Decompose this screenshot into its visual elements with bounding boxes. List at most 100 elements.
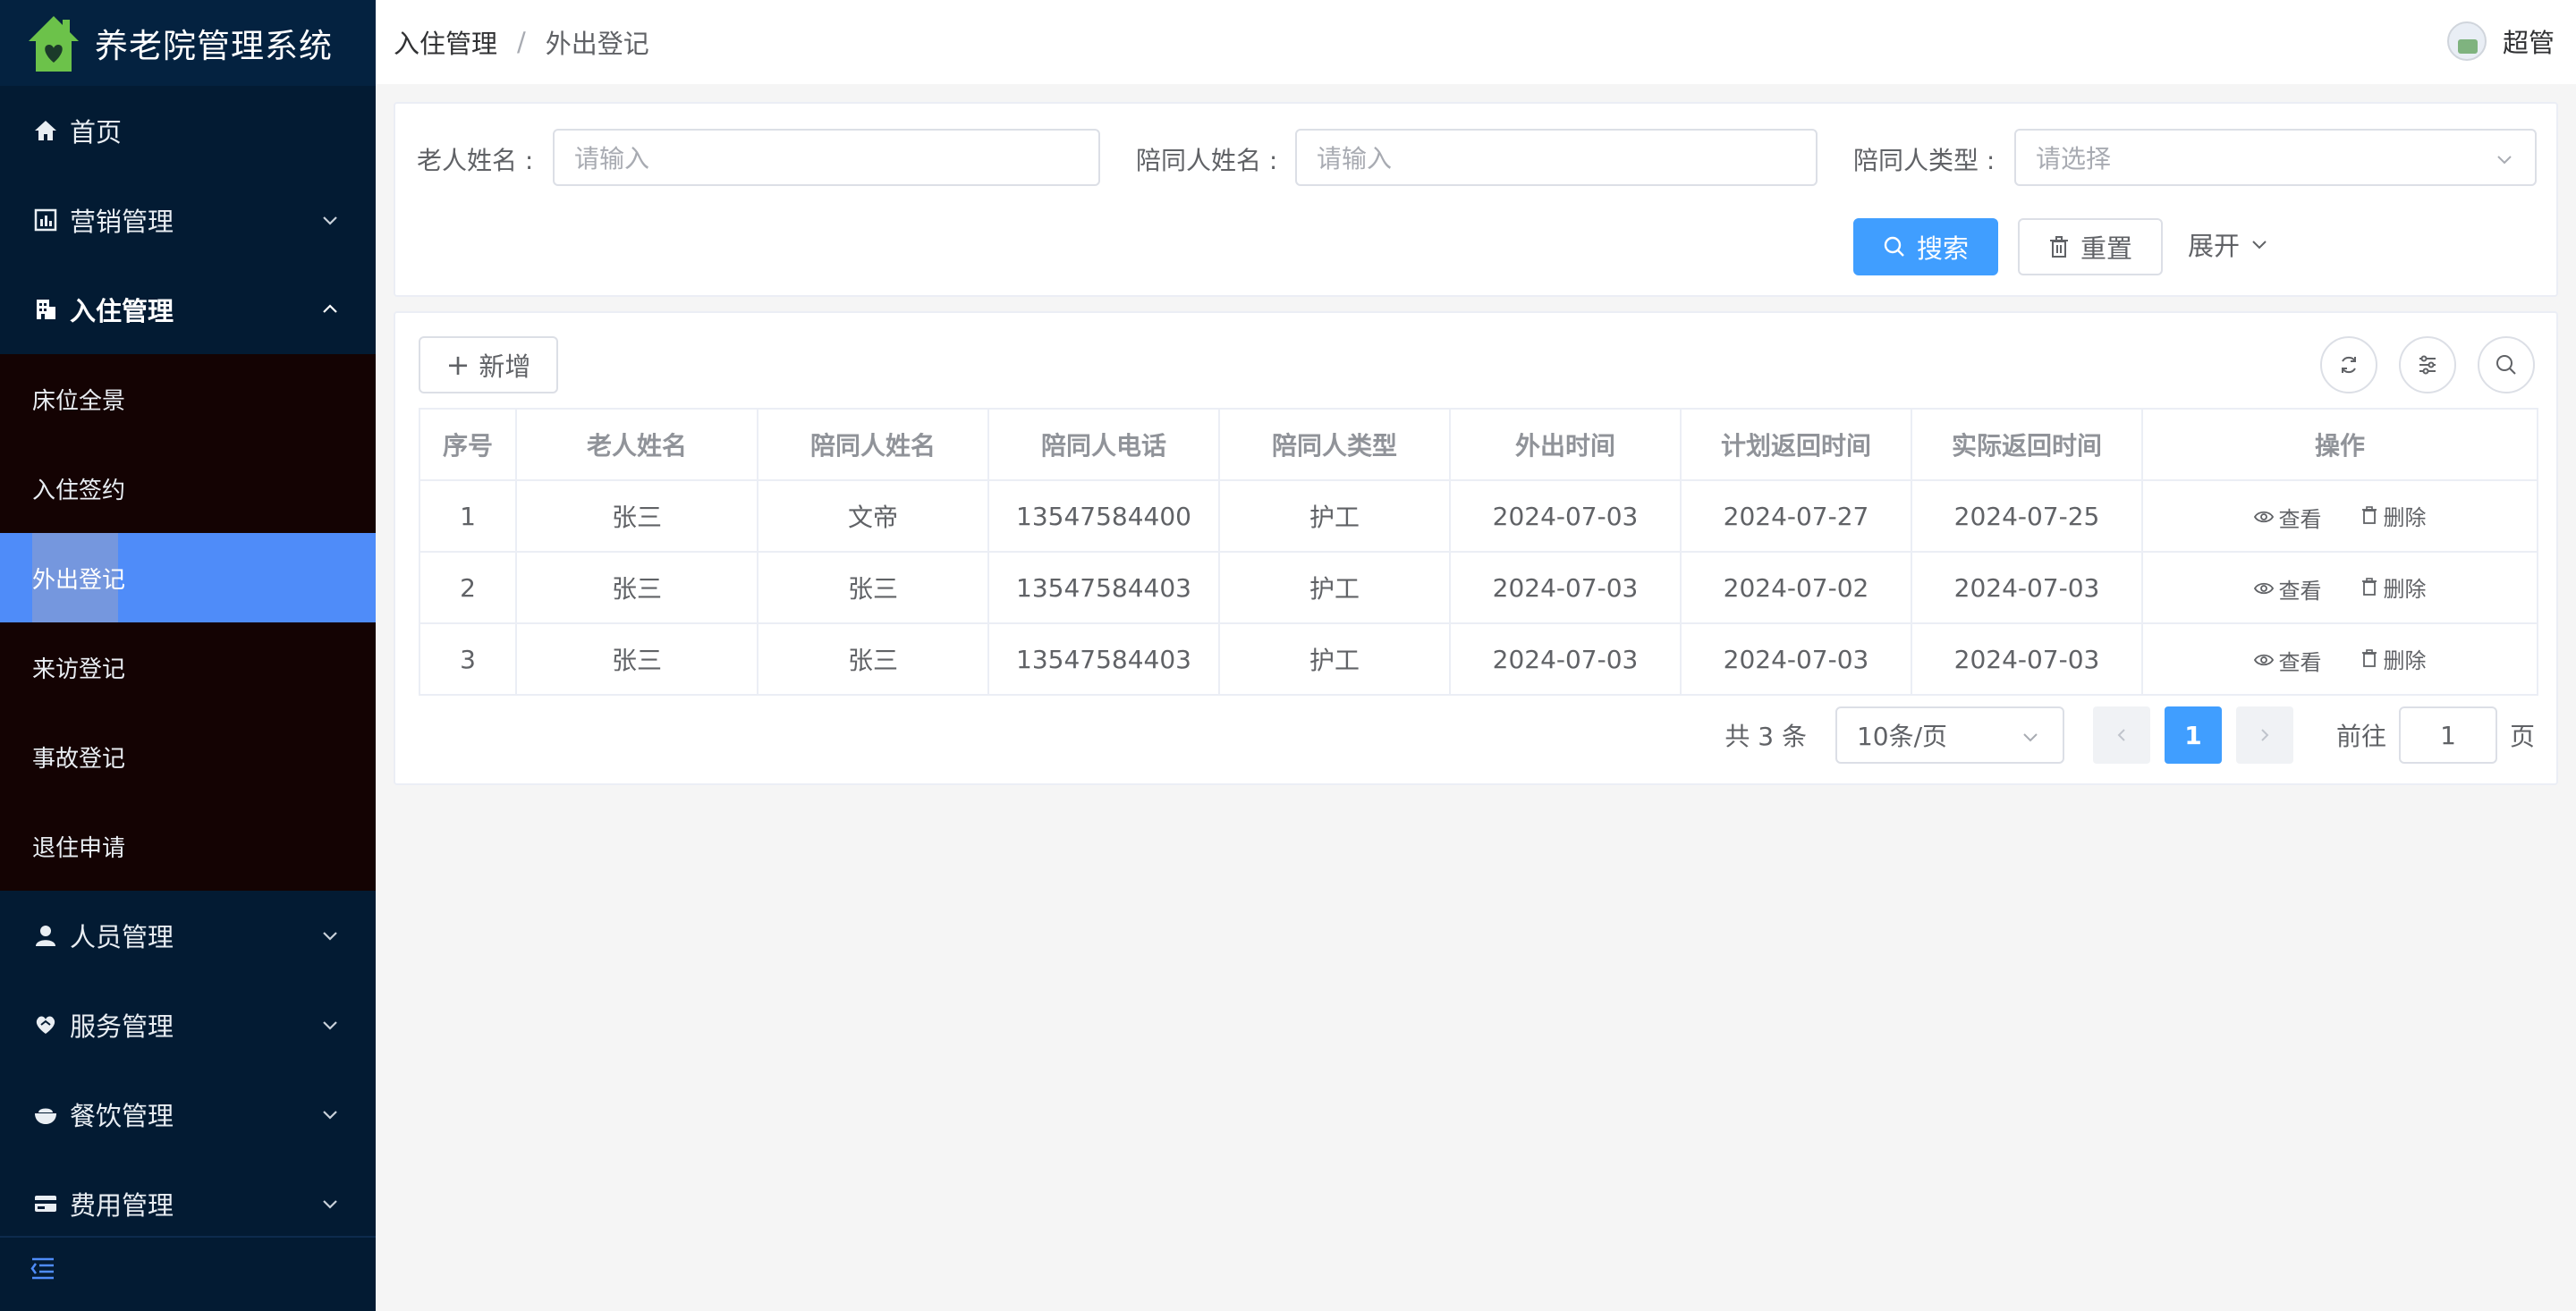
col-header-out-time: 外出时间: [1449, 408, 1682, 481]
sidebar-item-outing-register[interactable]: 外出登记: [0, 533, 376, 622]
sidebar-item-label: 人员管理: [70, 922, 174, 952]
collapse-menu-icon[interactable]: [29, 1254, 57, 1282]
reset-button[interactable]: 重置: [2018, 218, 2163, 275]
companion-name-input[interactable]: 请输入: [1295, 129, 1818, 186]
cell-companion-phone: 13547584403: [987, 551, 1220, 624]
cell-companion-type: 护工: [1218, 551, 1451, 624]
sidebar-item-label: 入住签约: [32, 477, 126, 504]
user-name[interactable]: 超管: [2503, 22, 2555, 60]
col-header-actual-return: 实际返回时间: [1911, 408, 2143, 481]
next-page-button[interactable]: [2235, 706, 2293, 764]
toggle-search-button[interactable]: [2478, 336, 2535, 393]
sidebar-item-checkin-contract[interactable]: 入住签约: [0, 444, 376, 533]
cell-actual-return: 2024-07-03: [1911, 622, 2143, 696]
prev-page-button[interactable]: [2092, 706, 2150, 764]
sidebar-item-checkin[interactable]: 入住管理: [0, 265, 376, 354]
delete-button[interactable]: 删除: [2361, 500, 2426, 531]
sidebar-item-label: 首页: [70, 117, 123, 148]
eye-icon: [2253, 582, 2274, 595]
sidebar-item-marketing[interactable]: 营销管理: [0, 175, 376, 265]
sidebar-item-visit-register[interactable]: 来访登记: [0, 622, 376, 712]
search-button-label: 搜索: [1916, 233, 1969, 264]
delete-button[interactable]: 删除: [2361, 643, 2426, 674]
view-label: 查看: [2278, 578, 2322, 604]
sidebar-item-label: 入住管理: [70, 296, 174, 326]
goto-page-input[interactable]: 1: [2398, 706, 2497, 764]
pagination-total: 共 3 条: [1724, 722, 1807, 751]
sidebar-item-checkout-request[interactable]: 退住申请: [0, 801, 376, 891]
cell-elder-name: 张三: [515, 622, 758, 696]
outing-table: 序号 老人姓名 陪同人姓名 陪同人电话 陪同人类型 外出时间 计划返回时间 实际…: [419, 408, 2538, 696]
sidebar-item-label: 服务管理: [70, 1011, 174, 1042]
elder-name-input[interactable]: 请输入: [553, 129, 1100, 186]
breadcrumb-separator: /: [517, 27, 526, 57]
building-icon: [32, 296, 59, 323]
companion-name-placeholder: 请输入: [1317, 144, 1393, 173]
trash-icon: [2362, 649, 2377, 667]
user-icon: [32, 922, 59, 949]
user-menu[interactable]: 超管: [2446, 21, 2555, 61]
view-label: 查看: [2278, 506, 2322, 532]
delete-button[interactable]: 删除: [2361, 571, 2426, 603]
table-card: + 新增 序号 老人姓名 陪同人姓名 陪同人电话 陪同人类型 外出时间 计划返回…: [394, 311, 2558, 785]
search-icon: [1884, 236, 1904, 257]
heart-hand-icon: [32, 1011, 59, 1038]
sidebar-item-label: 床位全景: [32, 387, 126, 415]
search-icon: [2496, 355, 2516, 375]
cell-out-time: 2024-07-03: [1449, 622, 1682, 696]
top-header: 入住管理 / 外出登记 超管: [376, 0, 2576, 84]
sidebar-item-home[interactable]: 首页: [0, 86, 376, 175]
chevron-up-icon: [323, 304, 337, 313]
add-button[interactable]: + 新增: [419, 336, 558, 393]
table-row: 2 张三 张三 13547584403 护工 2024-07-03 2024-0…: [419, 551, 2538, 624]
sidebar-item-dining[interactable]: 餐饮管理: [0, 1070, 376, 1159]
chevron-down-icon: [323, 1111, 337, 1120]
app-title: 养老院管理系统: [95, 27, 333, 65]
cell-out-time: 2024-07-03: [1449, 479, 1682, 553]
column-settings-button[interactable]: [2399, 336, 2456, 393]
cell-companion-name: 张三: [757, 622, 989, 696]
reset-button-label: 重置: [2080, 233, 2132, 264]
page-number-button[interactable]: 1: [2164, 706, 2222, 764]
sliders-icon: [2419, 355, 2436, 375]
breadcrumb: 入住管理 / 外出登记: [394, 23, 649, 61]
breadcrumb-item-parent[interactable]: 入住管理: [394, 23, 497, 61]
companion-type-label: 陪同人类型 :: [1853, 146, 1996, 175]
page-size-select[interactable]: 10条/页: [1835, 706, 2064, 764]
sidebar-item-label: 来访登记: [32, 656, 126, 683]
cell-actual-return: 2024-07-25: [1911, 479, 2143, 553]
chevron-left-icon: [2117, 729, 2125, 741]
cell-planned-return: 2024-07-27: [1680, 479, 1912, 553]
sidebar-item-billing[interactable]: 费用管理: [0, 1159, 376, 1248]
expand-toggle[interactable]: 展开: [2188, 225, 2270, 263]
refresh-button[interactable]: [2320, 336, 2377, 393]
card-icon: [32, 1190, 59, 1217]
trash-icon: [2362, 506, 2377, 524]
goto-unit: 页: [2509, 722, 2535, 751]
view-button[interactable]: 查看: [2253, 645, 2322, 676]
view-button[interactable]: 查看: [2253, 573, 2322, 605]
view-button[interactable]: 查看: [2253, 502, 2322, 533]
companion-type-select[interactable]: 请选择: [2014, 129, 2537, 186]
col-header-index: 序号: [419, 408, 517, 481]
cell-actions: 查看 删除: [2141, 551, 2538, 624]
sidebar-item-label: 营销管理: [70, 207, 174, 237]
search-button[interactable]: 搜索: [1853, 218, 1998, 275]
sidebar-item-staff[interactable]: 人员管理: [0, 891, 376, 980]
cell-companion-name: 文帝: [757, 479, 989, 553]
checkin-submenu: 床位全景 入住签约 外出登记 来访登记 事故登记 退住申请: [0, 354, 376, 891]
cell-index: 2: [419, 551, 517, 624]
cell-companion-name: 张三: [757, 551, 989, 624]
table-row: 3 张三 张三 13547584403 护工 2024-07-03 2024-0…: [419, 622, 2538, 696]
avatar[interactable]: [2446, 21, 2487, 61]
cell-companion-type: 护工: [1218, 622, 1451, 696]
sidebar-footer: [0, 1236, 376, 1311]
sidebar-item-bed-overview[interactable]: 床位全景: [0, 354, 376, 444]
cell-elder-name: 张三: [515, 551, 758, 624]
sidebar-item-service[interactable]: 服务管理: [0, 980, 376, 1070]
chevron-down-icon: [323, 932, 337, 941]
pagination: 共 3 条 10条/页 1 前往 1 页: [1724, 706, 2535, 764]
expand-label: 展开: [2188, 231, 2241, 261]
sidebar-item-incident-register[interactable]: 事故登记: [0, 712, 376, 801]
logo-area[interactable]: 养老院管理系统: [0, 0, 376, 86]
